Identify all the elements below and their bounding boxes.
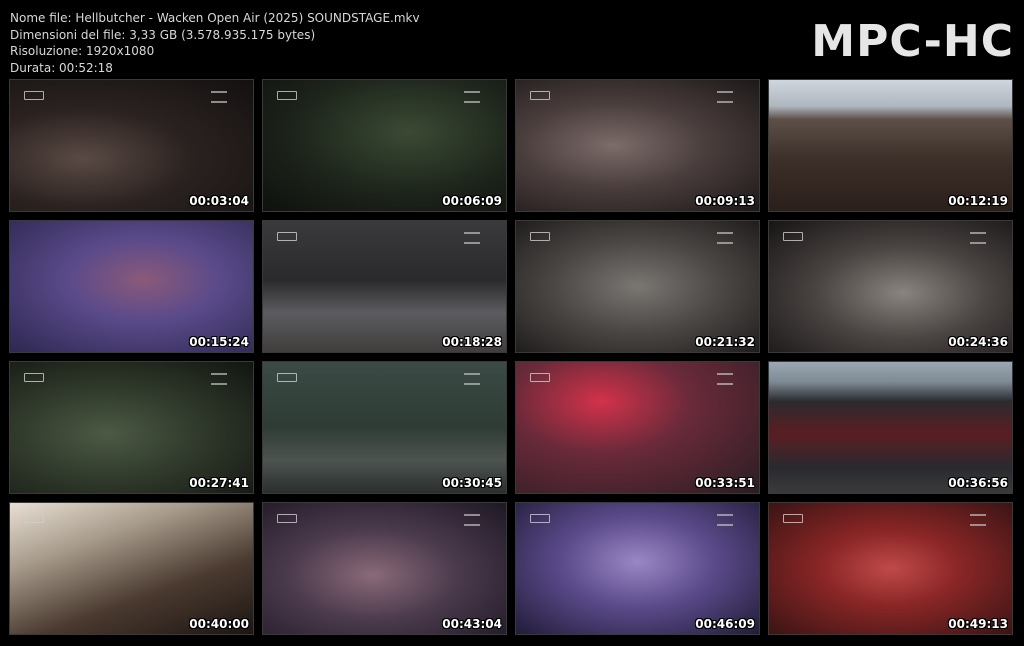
video-frame xyxy=(769,362,1012,493)
timestamp: 00:21:32 xyxy=(695,335,755,349)
broadcast-bug-icon xyxy=(211,91,227,103)
file-size: Dimensioni del file: 3,33 GB (3.578.935.… xyxy=(10,27,316,42)
thumbnail: 00:49:13 xyxy=(768,502,1013,635)
timestamp: 00:40:00 xyxy=(189,617,249,631)
timestamp: 00:49:13 xyxy=(948,617,1008,631)
broadcast-bug-icon xyxy=(717,373,733,385)
thumbnail: 00:40:00 xyxy=(9,502,254,635)
thumbnail: 00:46:09 xyxy=(515,502,760,635)
brand-logo: MPC-HC xyxy=(811,16,1014,67)
thumbnail-grid: 00:03:04 00:06:09 00:09:13 00:12:19 00:1… xyxy=(9,79,1013,635)
timestamp: 00:33:51 xyxy=(695,476,755,490)
timestamp: 00:15:24 xyxy=(189,335,249,349)
channel-logo-icon xyxy=(783,232,803,241)
thumbnail: 00:36:56 xyxy=(768,361,1013,494)
channel-logo-icon xyxy=(24,91,44,100)
timestamp: 00:43:04 xyxy=(442,617,502,631)
thumbnail: 00:18:28 xyxy=(262,220,507,353)
thumbnail: 00:09:13 xyxy=(515,79,760,212)
broadcast-bug-icon xyxy=(464,514,480,526)
thumbnail: 00:06:09 xyxy=(262,79,507,212)
video-frame xyxy=(10,503,253,634)
broadcast-bug-icon xyxy=(717,232,733,244)
thumbnail: 00:27:41 xyxy=(9,361,254,494)
timestamp: 00:24:36 xyxy=(948,335,1008,349)
thumbnail: 00:43:04 xyxy=(262,502,507,635)
thumbnail: 00:12:19 xyxy=(768,79,1013,212)
file-info-panel: Nome file: Hellbutcher - Wacken Open Air… xyxy=(10,10,420,76)
broadcast-bug-icon xyxy=(717,514,733,526)
thumbnail: 00:24:36 xyxy=(768,220,1013,353)
channel-logo-icon xyxy=(530,232,550,241)
broadcast-bug-icon xyxy=(970,514,986,526)
channel-logo-icon xyxy=(277,91,297,100)
broadcast-bug-icon xyxy=(970,232,986,244)
thumbnail: 00:33:51 xyxy=(515,361,760,494)
timestamp: 00:27:41 xyxy=(189,476,249,490)
broadcast-bug-icon xyxy=(464,232,480,244)
timestamp: 00:06:09 xyxy=(442,194,502,208)
channel-logo-icon xyxy=(530,514,550,523)
broadcast-bug-icon xyxy=(464,373,480,385)
video-frame xyxy=(10,221,253,352)
thumbnail: 00:15:24 xyxy=(9,220,254,353)
timestamp: 00:46:09 xyxy=(695,617,755,631)
channel-logo-icon xyxy=(24,373,44,382)
timestamp: 00:30:45 xyxy=(442,476,502,490)
timestamp: 00:36:56 xyxy=(948,476,1008,490)
timestamp: 00:03:04 xyxy=(189,194,249,208)
channel-logo-icon xyxy=(530,91,550,100)
broadcast-bug-icon xyxy=(717,91,733,103)
resolution: Risoluzione: 1920x1080 xyxy=(10,44,155,58)
timestamp: 00:12:19 xyxy=(948,194,1008,208)
channel-logo-icon xyxy=(277,232,297,241)
thumbnail: 00:30:45 xyxy=(262,361,507,494)
timestamp: 00:09:13 xyxy=(695,194,755,208)
channel-logo-icon xyxy=(530,373,550,382)
broadcast-bug-icon xyxy=(211,373,227,385)
video-frame xyxy=(769,80,1012,211)
channel-logo-icon xyxy=(783,514,803,523)
thumbnail: 00:03:04 xyxy=(9,79,254,212)
channel-logo-icon xyxy=(24,514,44,523)
channel-logo-icon xyxy=(277,373,297,382)
channel-logo-icon xyxy=(277,514,297,523)
thumbnail: 00:21:32 xyxy=(515,220,760,353)
file-name: Nome file: Hellbutcher - Wacken Open Air… xyxy=(10,11,420,25)
duration: Durata: 00:52:18 xyxy=(10,60,113,75)
broadcast-bug-icon xyxy=(464,91,480,103)
timestamp: 00:18:28 xyxy=(442,335,502,349)
